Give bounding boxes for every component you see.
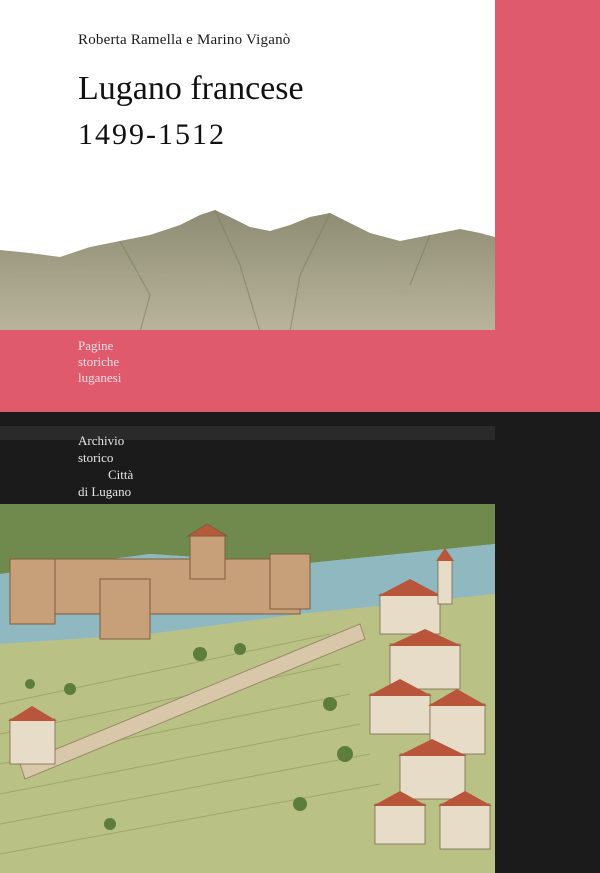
mountain-illustration (0, 209, 495, 332)
dark-vertical-band (495, 412, 600, 873)
book-title: Lugano francese (78, 70, 304, 107)
series-line: luganesi (78, 370, 122, 385)
series-line: Pagine (78, 338, 114, 353)
series-name: Pagine storiche luganesi (78, 338, 121, 386)
publisher-line: Archivio (78, 433, 125, 448)
publisher-name: Archivio storico Città di Lugano (78, 432, 133, 500)
publisher-line: storico (78, 450, 114, 465)
book-cover: Roberta Ramella e Marino Viganò Lugano f… (0, 0, 600, 873)
series-line: storiche (78, 354, 120, 369)
book-years: 1499-1512 (78, 118, 226, 151)
castle-town-illustration (0, 504, 495, 873)
publisher-line: Città (108, 467, 134, 482)
publisher-line: di Lugano (78, 484, 132, 499)
authors: Roberta Ramella e Marino Viganò (78, 32, 291, 48)
